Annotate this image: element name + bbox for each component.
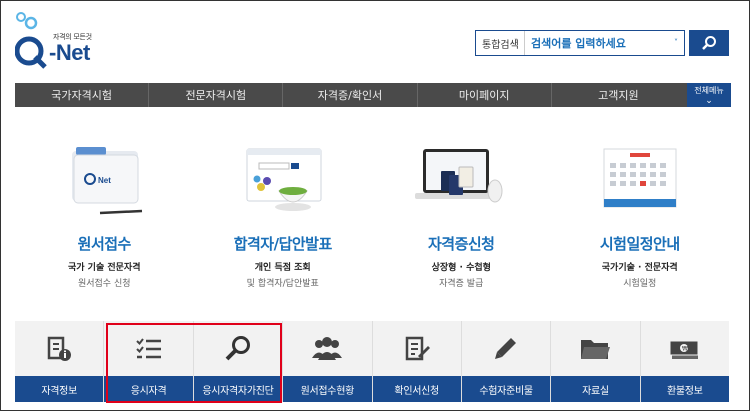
- chevron-down-icon: ⌄: [705, 96, 713, 106]
- feature-description: 및 합격자/답안발표: [246, 279, 319, 289]
- laptop-passport-illustration: [372, 141, 551, 221]
- feature-subtitle: 국가 기술 전문자격: [67, 263, 141, 273]
- folder-illustration: Net: [15, 141, 194, 221]
- browser-cup-illustration: [194, 141, 373, 221]
- calendar-illustration: [551, 141, 730, 221]
- nav-item-professional[interactable]: 전문자격시험: [149, 83, 284, 107]
- folder-icon: [581, 339, 611, 359]
- feature-subtitle: 개인 득점 조회: [254, 263, 311, 273]
- document-edit-icon: [405, 336, 430, 360]
- quick-tile-label: 원서접수현황: [283, 376, 372, 402]
- logo-text: -Net: [49, 40, 90, 65]
- info-document-icon: [47, 336, 72, 361]
- quick-tile-refund-info[interactable]: ₩ 환불정보: [640, 321, 729, 402]
- svg-text:₩: ₩: [682, 345, 688, 352]
- site-header: 자격의 모든것 -Net 통합검색 ˅ ˅: [1, 1, 749, 83]
- quick-tile-label: 응시자격: [104, 376, 193, 402]
- quick-tile-resources[interactable]: 자료실: [551, 321, 641, 402]
- main-nav: 국가자격시험 전문자격시험 자격증/확인서 마이페이지 고객지원: [15, 83, 729, 107]
- quick-tile-label: 확인서신청: [372, 376, 461, 402]
- search-category-select[interactable]: 통합검색 ˅: [476, 31, 525, 55]
- feature-section: Net 원서접수 국가 기술 전문자격 원서접수 신청 합격자/답안발표 개인 …: [15, 141, 729, 301]
- nav-item-mypage[interactable]: 마이페이지: [418, 83, 552, 107]
- checklist-icon: [135, 337, 161, 358]
- feature-title: 자격증신청: [427, 235, 495, 253]
- quick-tile-qualification-info[interactable]: 자격정보: [15, 321, 105, 402]
- search-input[interactable]: [525, 31, 684, 55]
- feature-description: 자격증 발급: [439, 279, 484, 289]
- quick-tile-label: 자격정보: [15, 376, 104, 402]
- feature-title: 시험일정안내: [599, 235, 680, 253]
- chevron-down-icon: ˅: [674, 38, 678, 47]
- quick-tile-exam-supplies[interactable]: 수험자준비물: [461, 321, 552, 402]
- feature-results[interactable]: 합격자/답안발표 개인 득점 조회 및 합격자/답안발표: [194, 141, 373, 301]
- quick-tile-self-diagnosis[interactable]: 응시자격자가진단: [193, 321, 284, 402]
- feature-subtitle: 국가기술 · 전문자격: [601, 263, 678, 273]
- search-bar: 통합검색 ˅ ˅: [475, 30, 685, 56]
- svg-text:Net: Net: [98, 176, 111, 185]
- all-menu-button[interactable]: 전체메뉴 ⌄: [687, 83, 731, 107]
- page-frame: 자격의 모든것 -Net 통합검색 ˅ ˅ 국가자격시험 전문자격시험 자격증/…: [0, 0, 750, 411]
- nav-item-national[interactable]: 국가자격시험: [15, 83, 150, 107]
- nav-item-certificate[interactable]: 자격증/확인서: [283, 83, 418, 107]
- quick-tile-label: 수험자준비물: [461, 376, 551, 402]
- quick-tile-label: 응시자격자가진단: [193, 376, 283, 402]
- quick-menu: 자격정보 응시자격 응시자격자가진단 원서접수현황 확인서신청 수험자준비물 자…: [15, 321, 729, 402]
- pencil-icon: [495, 337, 517, 359]
- feature-description: 원서접수 신청: [77, 279, 131, 289]
- all-menu-label: 전체메뉴: [694, 86, 724, 95]
- money-icon: ₩: [669, 340, 699, 359]
- feature-schedule[interactable]: 시험일정안내 국가기술 · 전문자격 시험일정: [551, 141, 730, 301]
- quick-tile-eligibility[interactable]: 응시자격: [104, 321, 194, 402]
- feature-certificate[interactable]: 자격증신청 상장형 · 수첩형 자격증 발급: [372, 141, 551, 301]
- quick-tile-label: 자료실: [551, 376, 640, 402]
- qnet-logo[interactable]: 자격의 모든것 -Net: [14, 11, 95, 71]
- feature-title: 합격자/답안발표: [233, 235, 333, 253]
- magnifier-icon: [225, 335, 250, 360]
- quick-tile-application-status[interactable]: 원서접수현황: [283, 321, 373, 402]
- feature-subtitle: 상장형 · 수첩형: [431, 263, 491, 273]
- quick-tile-label: 환불정보: [640, 376, 729, 402]
- search-icon: [702, 36, 716, 50]
- feature-application[interactable]: Net 원서접수 국가 기술 전문자격 원서접수 신청: [15, 141, 194, 301]
- feature-title: 원서접수: [77, 235, 132, 253]
- chevron-down-icon: ˅: [514, 38, 518, 47]
- quick-tile-confirmation-request[interactable]: 확인서신청: [372, 321, 462, 402]
- people-icon: [312, 336, 343, 360]
- feature-description: 시험일정: [623, 279, 657, 289]
- search-button[interactable]: [689, 30, 729, 56]
